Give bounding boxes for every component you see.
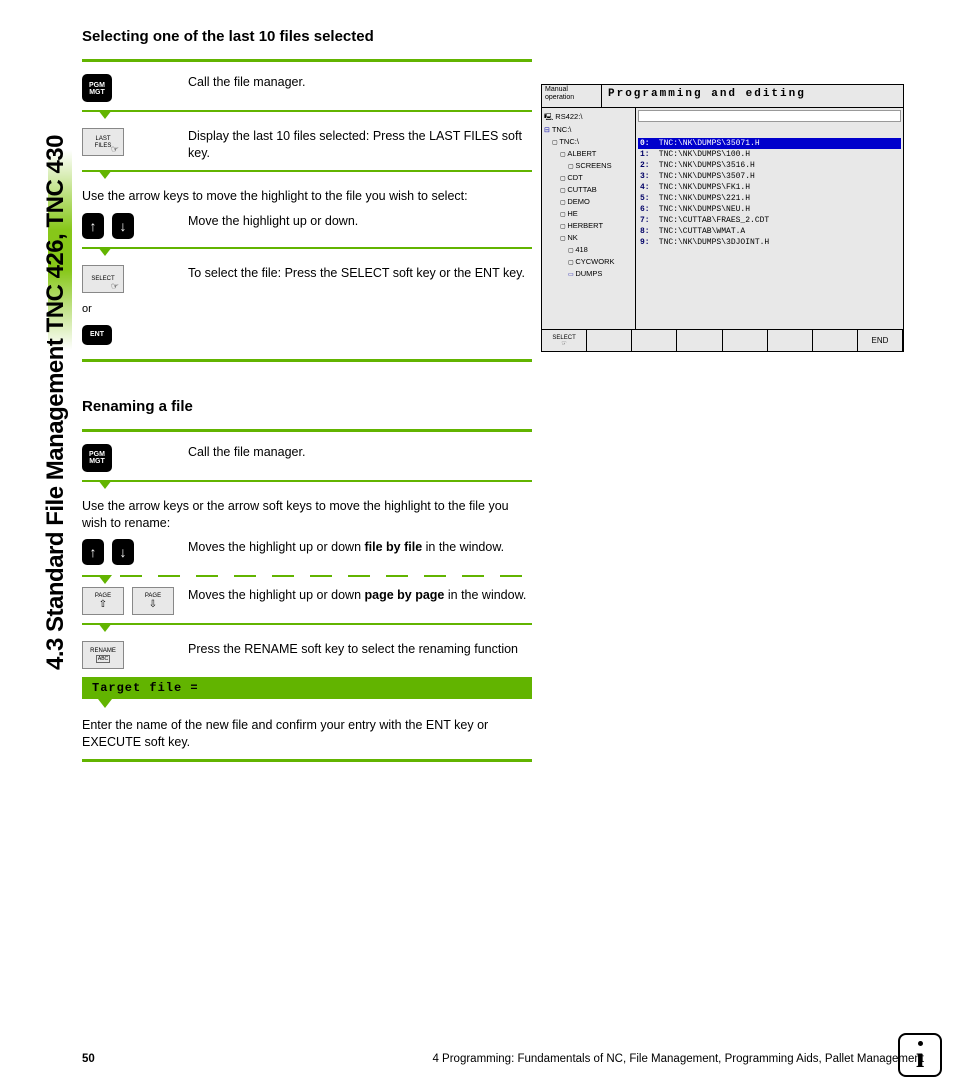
scr-softkey-row: SELECT☞ END [542, 329, 903, 351]
separator [82, 429, 532, 432]
target-file-prompt: Target file = [82, 677, 532, 699]
separator-arrow [82, 480, 532, 492]
chapter-title: 4 Programming: Fundamentals of NC, File … [432, 1053, 924, 1065]
tree-item[interactable]: CUTTAB [544, 184, 633, 196]
file-list-item[interactable]: 5: TNC:\NK\DUMPS\221.H [638, 193, 901, 204]
scr-mode-label: Manual operation [542, 85, 602, 107]
tree-item[interactable]: TNC:\ [544, 136, 633, 148]
arrow-down-key[interactable]: ↓ [112, 539, 134, 565]
separator-arrow [82, 247, 532, 259]
tree-item[interactable]: SCREENS [544, 160, 633, 172]
separator-arrow [82, 170, 532, 182]
separator [82, 759, 532, 762]
separator-arrow [82, 623, 532, 635]
separator [82, 359, 532, 362]
tree-item[interactable]: DUMPS [544, 268, 633, 280]
side-section-title: 4.3 Standard File Management TNC 426, TN… [42, 40, 82, 670]
instruction-text: Use the arrow keys or the arrow soft key… [82, 498, 532, 532]
file-list-item[interactable]: 4: TNC:\NK\DUMPS\FK1.H [638, 182, 901, 193]
step-text: Moves the highlight up or down file by f… [188, 539, 532, 556]
instruction-text: Enter the name of the new file and confi… [82, 717, 532, 751]
tree-item[interactable]: DEMO [544, 196, 633, 208]
ent-key[interactable]: ENT [82, 325, 112, 345]
file-list-item[interactable]: 7: TNC:\CUTTAB\FRAES_2.CDT [638, 215, 901, 226]
file-list-item[interactable]: 0: TNC:\NK\DUMPS\35071.H [638, 138, 901, 149]
arrow-down-key[interactable]: ↓ [112, 213, 134, 239]
tree-item[interactable]: HE [544, 208, 633, 220]
scr-select-softkey[interactable]: SELECT☞ [542, 330, 587, 351]
instruction-text: Use the arrow keys to move the highlight… [82, 188, 532, 205]
file-list-item[interactable]: 2: TNC:\NK\DUMPS\3516.H [638, 160, 901, 171]
scr-file-list: 0: TNC:\NK\DUMPS\35071.H1: TNC:\NK\DUMPS… [636, 108, 903, 329]
file-list-item[interactable]: 3: TNC:\NK\DUMPS\3507.H [638, 171, 901, 182]
separator-arrow [82, 110, 532, 122]
file-list-item[interactable]: 1: TNC:\NK\DUMPS\100.H [638, 149, 901, 160]
page-number: 50 [82, 1053, 95, 1065]
heading-renaming: Renaming a file [82, 398, 532, 415]
tree-item[interactable]: 418 [544, 244, 633, 256]
tree-item[interactable]: HERBERT [544, 220, 633, 232]
heading-select-last10: Selecting one of the last 10 files selec… [82, 28, 532, 45]
pgm-mgt-key[interactable]: PGMMGT [82, 74, 112, 102]
step-text: Display the last 10 files selected: Pres… [188, 128, 532, 162]
last-files-softkey[interactable]: LASTFILES [82, 128, 124, 156]
page-footer: 50 4 Programming: Fundamentals of NC, Fi… [82, 1053, 924, 1065]
step-text: To select the file: Press the SELECT sof… [188, 265, 532, 282]
tree-item[interactable]: CDT [544, 172, 633, 184]
select-softkey[interactable]: SELECT [82, 265, 124, 293]
separator-dashed [82, 575, 532, 577]
tree-item[interactable]: CYCWORK [544, 256, 633, 268]
file-list-item[interactable]: 6: TNC:\NK\DUMPS\NEU.H [638, 204, 901, 215]
arrow-up-key[interactable]: ↑ [82, 539, 104, 565]
page-down-softkey[interactable]: PAGE⇩ [132, 587, 174, 615]
step-text: Press the RENAME soft key to select the … [188, 641, 532, 658]
scr-title: Programming and editing [602, 85, 903, 107]
tree-item[interactable]: TNC:\ [544, 124, 633, 137]
scr-folder-tree: RS422:\TNC:\TNC:\ALBERTSCREENSCDTCUTTABD… [542, 108, 636, 329]
or-text: or [82, 303, 92, 315]
file-list-item[interactable]: 9: TNC:\NK\DUMPS\3DJOINT.H [638, 237, 901, 248]
file-list-item[interactable]: 8: TNC:\CUTTAB\WMAT.A [638, 226, 901, 237]
separator [82, 59, 532, 62]
step-text: Moves the highlight up or down page by p… [188, 587, 532, 604]
arrow-up-key[interactable]: ↑ [82, 213, 104, 239]
tnc-screenshot: Manual operation Programming and editing… [541, 84, 904, 352]
step-text: Call the file manager. [188, 444, 532, 461]
pgm-mgt-key[interactable]: PGMMGT [82, 444, 112, 472]
scr-end-softkey[interactable]: END [858, 330, 903, 351]
step-text: Call the file manager. [188, 74, 532, 91]
tree-item[interactable]: ALBERT [544, 148, 633, 160]
rename-softkey[interactable]: RENAMEABC [82, 641, 124, 669]
step-text: Move the highlight up or down. [188, 213, 532, 230]
page-up-softkey[interactable]: PAGE⇧ [82, 587, 124, 615]
tree-item[interactable]: RS422:\ [544, 111, 633, 124]
info-icon: ı [898, 1033, 942, 1077]
tree-item[interactable]: NK [544, 232, 633, 244]
